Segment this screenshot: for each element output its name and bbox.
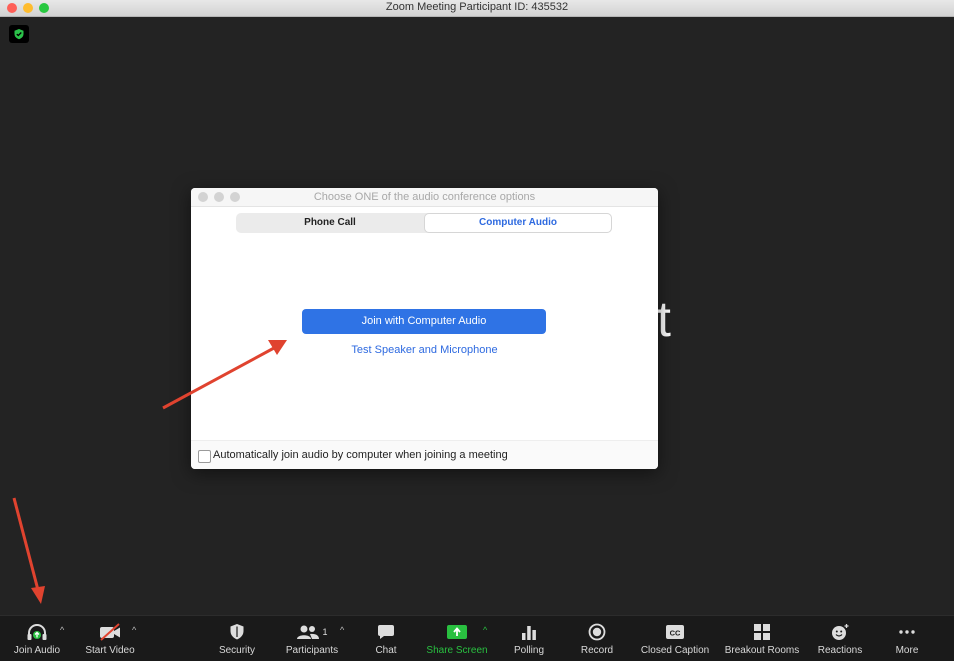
security-label: Security (218, 645, 256, 656)
participants-icon: 1 (282, 621, 342, 643)
headphones-icon (6, 621, 68, 643)
polling-bars-icon (508, 621, 550, 643)
chat-label: Chat (375, 645, 397, 656)
closed-caption-icon: CC (636, 621, 714, 643)
start-video-button[interactable]: Start Video (80, 616, 140, 661)
encryption-shield-icon[interactable] (9, 25, 29, 43)
breakout-rooms-icon (722, 621, 802, 643)
chat-bubble-icon (366, 621, 406, 643)
share-options-caret-icon[interactable]: ^ (483, 625, 487, 635)
record-label: Record (580, 645, 614, 656)
more-button[interactable]: More (886, 616, 928, 661)
closed-caption-button[interactable]: CC Closed Caption (636, 616, 714, 661)
video-options-caret-icon[interactable]: ^ (132, 625, 136, 635)
join-audio-button[interactable]: Join Audio (6, 616, 68, 661)
participants-button[interactable]: 1 Participants (282, 616, 342, 661)
participant-name-text: t (657, 291, 671, 347)
svg-text:CC: CC (670, 629, 681, 638)
tab-computer-audio[interactable]: Computer Audio (424, 213, 612, 233)
record-button[interactable]: Record (576, 616, 618, 661)
reactions-smiley-icon (814, 621, 866, 643)
polling-button[interactable]: Polling (508, 616, 550, 661)
dialog-footer: Automatically join audio by computer whe… (191, 440, 658, 469)
chat-button[interactable]: Chat (366, 616, 406, 661)
share-screen-button[interactable]: Share Screen (424, 616, 490, 661)
reactions-label: Reactions (817, 645, 863, 656)
join-audio-label: Join Audio (13, 645, 61, 656)
breakout-rooms-label: Breakout Rooms (724, 645, 800, 656)
closed-caption-label: Closed Caption (640, 645, 710, 656)
auto-join-checkbox[interactable] (198, 450, 211, 463)
tab-phone-call[interactable]: Phone Call (236, 213, 424, 233)
security-button[interactable]: Security (212, 616, 262, 661)
dialog-title: Choose ONE of the audio conference optio… (313, 191, 536, 203)
auto-join-label: Automatically join audio by computer whe… (213, 449, 508, 461)
share-screen-label: Share Screen (426, 645, 488, 656)
audio-options-dialog: Choose ONE of the audio conference optio… (191, 188, 658, 469)
security-shield-icon (212, 621, 262, 643)
polling-label: Polling (513, 645, 545, 656)
audio-mode-tabs: Phone Call Computer Audio (236, 213, 612, 233)
more-dots-icon (886, 621, 928, 643)
participants-caret-icon[interactable]: ^ (340, 625, 344, 635)
audio-options-caret-icon[interactable]: ^ (60, 625, 64, 635)
window-titlebar: Zoom Meeting Participant ID: 435532 (0, 0, 954, 17)
start-video-label: Start Video (85, 645, 135, 656)
arrow-to-join-audio (12, 497, 45, 604)
participants-label: Participants (285, 645, 339, 656)
reactions-button[interactable]: Reactions (814, 616, 866, 661)
dialog-titlebar: Choose ONE of the audio conference optio… (191, 188, 658, 207)
join-computer-audio-button[interactable]: Join with Computer Audio (302, 309, 546, 334)
video-off-icon (80, 621, 140, 643)
window-title: Zoom Meeting Participant ID: 435532 (385, 1, 569, 13)
record-icon (576, 621, 618, 643)
meeting-toolbar: Join Audio ^ Start Video ^ Security 1 Pa… (0, 615, 954, 661)
more-label: More (895, 645, 919, 656)
participants-count: 1 (322, 627, 328, 637)
breakout-rooms-button[interactable]: Breakout Rooms (722, 616, 802, 661)
test-speaker-microphone-link[interactable]: Test Speaker and Microphone (191, 344, 658, 356)
share-screen-icon (424, 621, 490, 643)
